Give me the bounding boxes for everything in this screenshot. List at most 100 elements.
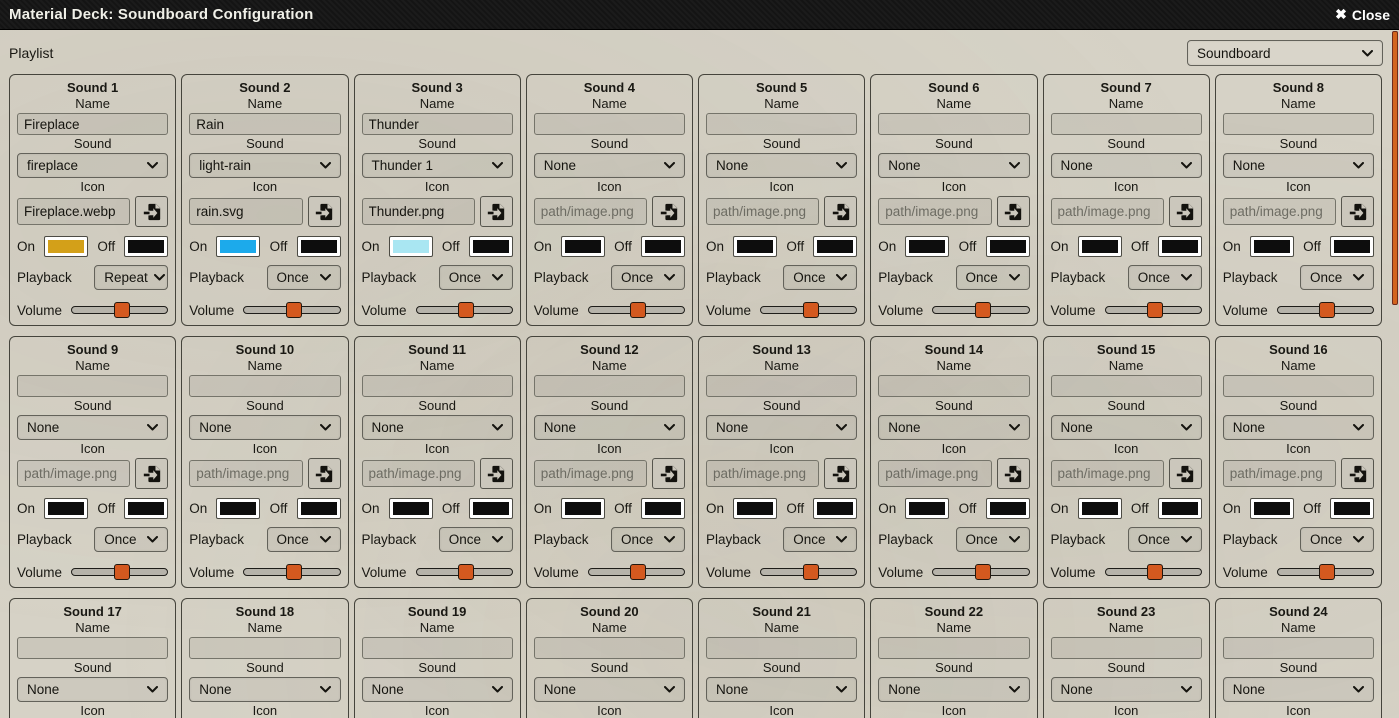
name-input[interactable] bbox=[534, 113, 685, 135]
name-input[interactable] bbox=[17, 375, 168, 397]
volume-slider-thumb[interactable] bbox=[1147, 564, 1163, 580]
sound-select[interactable]: None bbox=[362, 415, 513, 440]
file-picker-button[interactable] bbox=[135, 196, 168, 227]
file-picker-button[interactable] bbox=[1169, 196, 1202, 227]
volume-slider-thumb[interactable] bbox=[803, 564, 819, 580]
sound-select[interactable]: None bbox=[706, 153, 857, 178]
name-input[interactable] bbox=[878, 375, 1029, 397]
file-picker-button[interactable] bbox=[480, 458, 513, 489]
volume-slider[interactable] bbox=[760, 564, 857, 580]
icon-path-input[interactable] bbox=[1223, 198, 1336, 225]
name-input[interactable] bbox=[706, 375, 857, 397]
volume-slider-thumb[interactable] bbox=[803, 302, 819, 318]
name-input[interactable] bbox=[706, 637, 857, 659]
volume-slider-thumb[interactable] bbox=[114, 302, 130, 318]
off-color-picker[interactable] bbox=[1158, 236, 1202, 257]
volume-slider[interactable] bbox=[71, 564, 168, 580]
icon-path-input[interactable] bbox=[17, 460, 130, 487]
volume-slider[interactable] bbox=[243, 564, 340, 580]
name-input[interactable] bbox=[878, 113, 1029, 135]
icon-path-input[interactable] bbox=[189, 198, 302, 225]
icon-path-input[interactable] bbox=[706, 460, 819, 487]
icon-path-input[interactable] bbox=[534, 460, 647, 487]
sound-select[interactable]: None bbox=[189, 677, 340, 702]
sound-select[interactable]: None bbox=[1223, 415, 1374, 440]
sound-select[interactable]: None bbox=[534, 153, 685, 178]
name-input[interactable] bbox=[189, 375, 340, 397]
name-input[interactable] bbox=[362, 113, 513, 135]
off-color-picker[interactable] bbox=[813, 498, 857, 519]
file-picker-button[interactable] bbox=[480, 196, 513, 227]
on-color-picker[interactable] bbox=[905, 498, 949, 519]
sound-select[interactable]: None bbox=[1051, 415, 1202, 440]
file-picker-button[interactable] bbox=[1341, 196, 1374, 227]
name-input[interactable] bbox=[1051, 375, 1202, 397]
on-color-picker[interactable] bbox=[1250, 236, 1294, 257]
icon-path-input[interactable] bbox=[706, 198, 819, 225]
on-color-picker[interactable] bbox=[561, 236, 605, 257]
volume-slider[interactable] bbox=[588, 564, 685, 580]
icon-path-input[interactable] bbox=[1051, 460, 1164, 487]
name-input[interactable] bbox=[1223, 113, 1374, 135]
sound-select[interactable]: None bbox=[706, 415, 857, 440]
volume-slider-thumb[interactable] bbox=[458, 564, 474, 580]
volume-slider-thumb[interactable] bbox=[286, 302, 302, 318]
volume-slider-thumb[interactable] bbox=[630, 302, 646, 318]
off-color-picker[interactable] bbox=[469, 498, 513, 519]
off-color-picker[interactable] bbox=[986, 498, 1030, 519]
off-color-picker[interactable] bbox=[1330, 498, 1374, 519]
on-color-picker[interactable] bbox=[44, 498, 88, 519]
on-color-picker[interactable] bbox=[216, 498, 260, 519]
on-color-picker[interactable] bbox=[216, 236, 260, 257]
volume-slider[interactable] bbox=[243, 302, 340, 318]
playback-select[interactable]: Once bbox=[1300, 265, 1374, 290]
playback-select[interactable]: Repeat bbox=[94, 265, 168, 290]
volume-slider[interactable] bbox=[71, 302, 168, 318]
name-input[interactable] bbox=[534, 637, 685, 659]
playlist-select[interactable]: Soundboard bbox=[1187, 40, 1383, 66]
icon-path-input[interactable] bbox=[878, 198, 991, 225]
sound-select[interactable]: light-rain bbox=[189, 153, 340, 178]
playback-select[interactable]: Once bbox=[267, 527, 341, 552]
off-color-picker[interactable] bbox=[641, 236, 685, 257]
icon-path-input[interactable] bbox=[1051, 198, 1164, 225]
volume-slider-thumb[interactable] bbox=[114, 564, 130, 580]
name-input[interactable] bbox=[189, 637, 340, 659]
on-color-picker[interactable] bbox=[733, 236, 777, 257]
sound-select[interactable]: None bbox=[706, 677, 857, 702]
off-color-picker[interactable] bbox=[1330, 236, 1374, 257]
icon-path-input[interactable] bbox=[362, 198, 475, 225]
off-color-picker[interactable] bbox=[1158, 498, 1202, 519]
name-input[interactable] bbox=[878, 637, 1029, 659]
volume-slider[interactable] bbox=[932, 302, 1029, 318]
file-picker-button[interactable] bbox=[997, 458, 1030, 489]
off-color-picker[interactable] bbox=[641, 498, 685, 519]
sound-select[interactable]: Thunder 1 bbox=[362, 153, 513, 178]
sound-select[interactable]: None bbox=[1223, 153, 1374, 178]
on-color-picker[interactable] bbox=[44, 236, 88, 257]
close-button[interactable]: ✖ Close bbox=[1335, 6, 1390, 23]
name-input[interactable] bbox=[1223, 637, 1374, 659]
sound-select[interactable]: None bbox=[1051, 677, 1202, 702]
playback-select[interactable]: Once bbox=[94, 527, 168, 552]
on-color-picker[interactable] bbox=[733, 498, 777, 519]
playback-select[interactable]: Once bbox=[439, 527, 513, 552]
volume-slider[interactable] bbox=[1105, 564, 1202, 580]
icon-path-input[interactable] bbox=[1223, 460, 1336, 487]
file-picker-button[interactable] bbox=[1341, 458, 1374, 489]
name-input[interactable] bbox=[706, 113, 857, 135]
name-input[interactable] bbox=[1223, 375, 1374, 397]
on-color-picker[interactable] bbox=[1078, 498, 1122, 519]
volume-slider-thumb[interactable] bbox=[458, 302, 474, 318]
icon-path-input[interactable] bbox=[362, 460, 475, 487]
sound-select[interactable]: fireplace bbox=[17, 153, 168, 178]
playback-select[interactable]: Once bbox=[956, 527, 1030, 552]
volume-slider-thumb[interactable] bbox=[1319, 564, 1335, 580]
name-input[interactable] bbox=[189, 113, 340, 135]
off-color-picker[interactable] bbox=[124, 498, 168, 519]
name-input[interactable] bbox=[1051, 113, 1202, 135]
volume-slider-thumb[interactable] bbox=[975, 564, 991, 580]
playback-select[interactable]: Once bbox=[783, 265, 857, 290]
volume-slider-thumb[interactable] bbox=[630, 564, 646, 580]
on-color-picker[interactable] bbox=[1250, 498, 1294, 519]
